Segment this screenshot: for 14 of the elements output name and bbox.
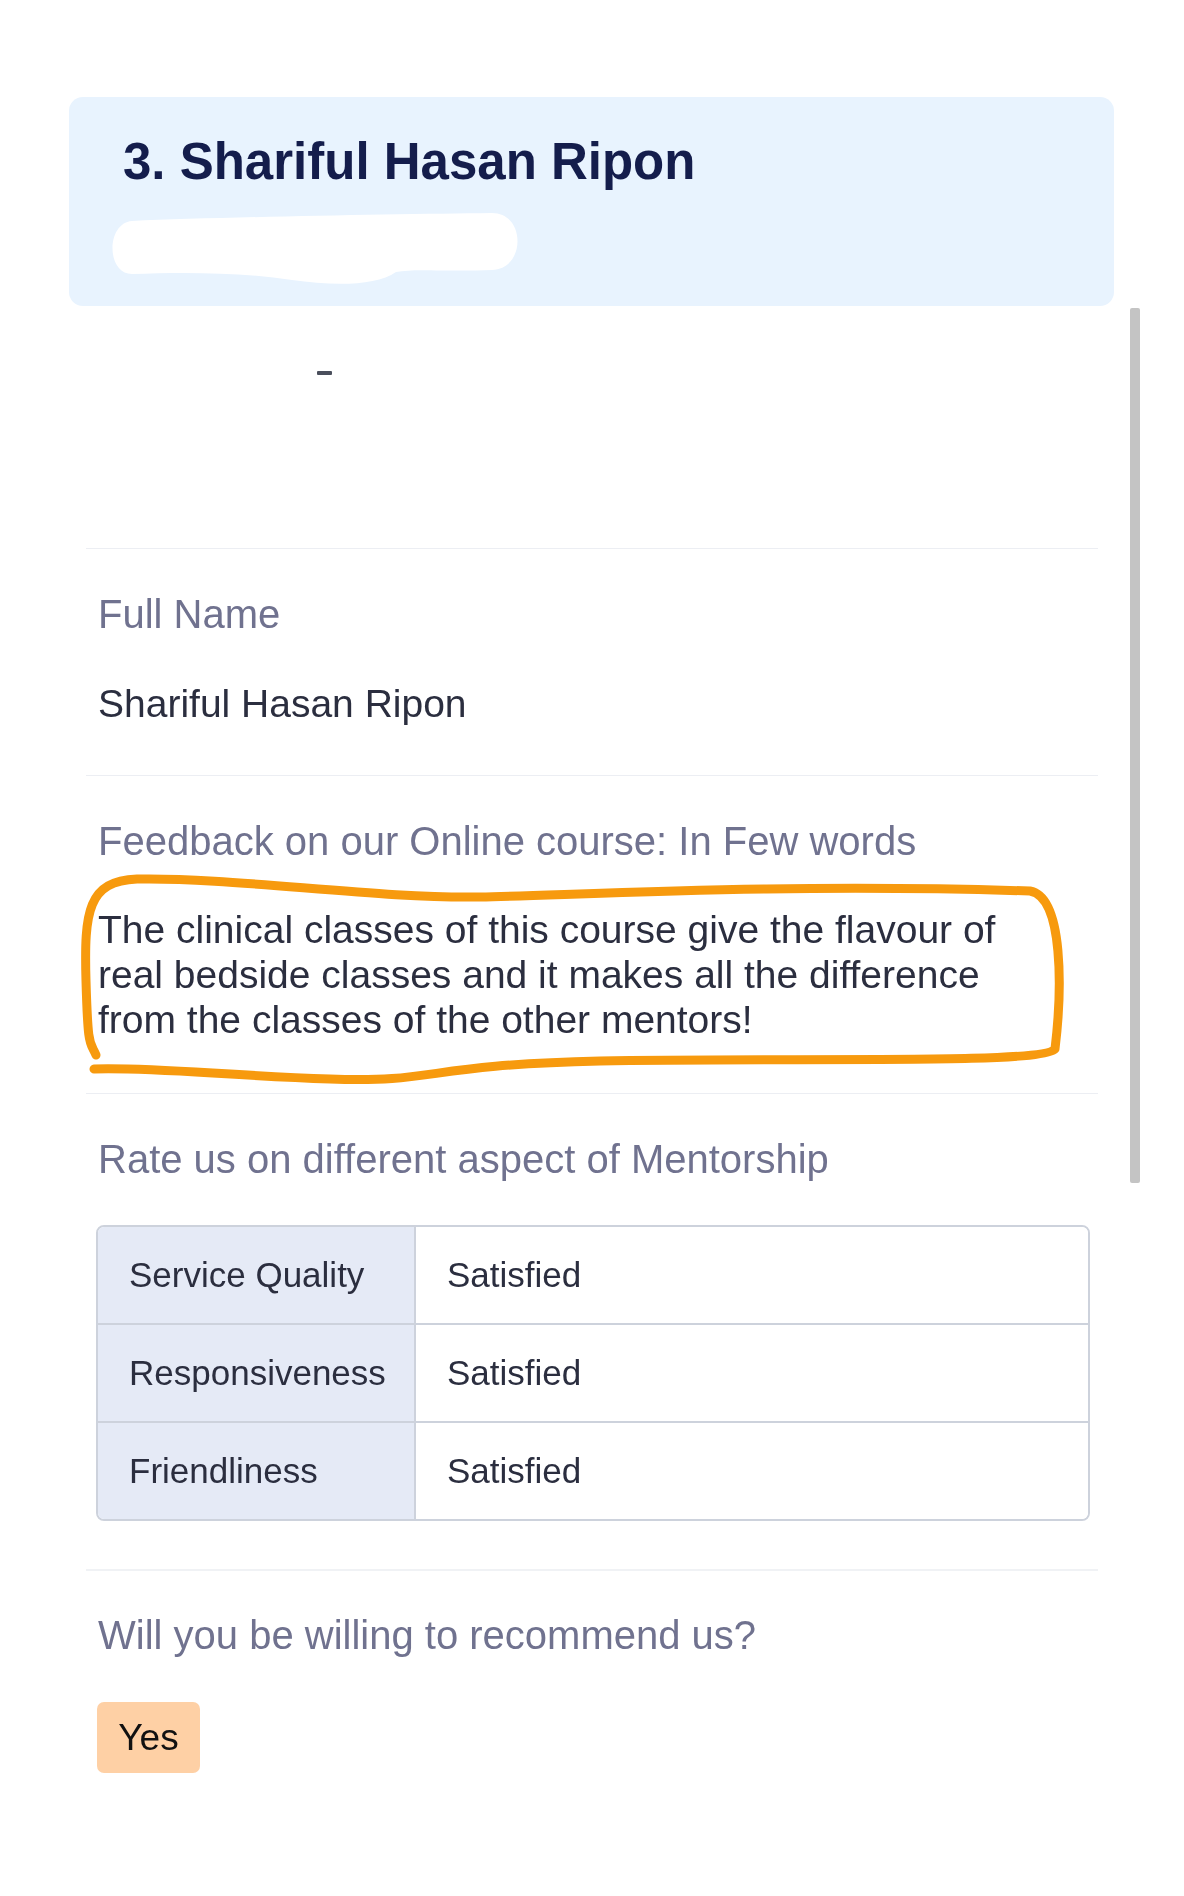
field-label: Will you be willing to recommend us? (98, 1612, 757, 1659)
field-label: Full Name (98, 591, 281, 638)
field-value: Shariful Hasan Ripon (98, 682, 467, 725)
dash-mark (317, 371, 332, 375)
response-title: 3. Shariful Hasan Ripon (123, 132, 696, 192)
aspect-cell: Responsiveness (98, 1323, 416, 1421)
rating-cell: Satisfied (416, 1421, 1088, 1519)
aspect-cell: Service Quality (98, 1227, 416, 1323)
field-value: The clinical classes of this course give the flavour of real bedside classes and it makes all the difference from the classes of the other mentors! (98, 908, 996, 1041)
field-label: Rate us on different aspect of Mentorship (98, 1136, 829, 1183)
field-label: Feedback on our Online course: In Few words (98, 818, 917, 865)
aspect-cell: Friendliness (98, 1421, 416, 1519)
answer-chip: Yes (97, 1702, 200, 1773)
scrollbar-thumb[interactable] (1130, 308, 1140, 1183)
